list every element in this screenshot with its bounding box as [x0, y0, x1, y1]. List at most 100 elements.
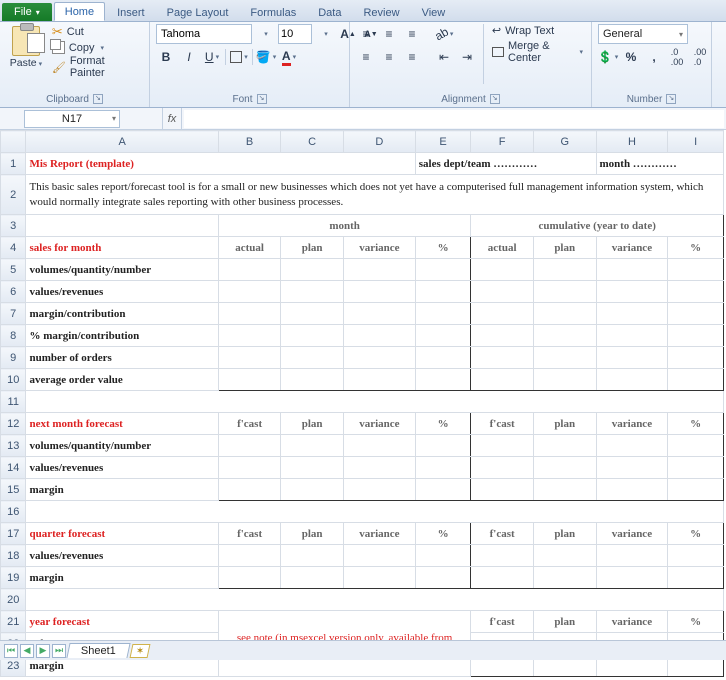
dept-cell[interactable]: sales dept/team …………	[415, 153, 596, 175]
orientation-button[interactable]: ab	[434, 24, 454, 44]
tab-nav-first[interactable]: ⏮	[4, 644, 18, 658]
cell[interactable]	[218, 435, 281, 457]
cell[interactable]	[471, 325, 534, 347]
clipboard-launcher[interactable]: ↘	[93, 94, 103, 104]
cell[interactable]	[471, 435, 534, 457]
cell[interactable]	[415, 347, 471, 369]
row-17[interactable]: 17	[1, 523, 26, 545]
cell[interactable]	[596, 435, 668, 457]
tab-nav-prev[interactable]: ◀	[20, 644, 34, 658]
cell[interactable]	[218, 259, 281, 281]
cell[interactable]: plan	[281, 523, 344, 545]
align-top-button[interactable]: ≡	[356, 24, 376, 44]
cell[interactable]: variance	[596, 413, 668, 435]
cell[interactable]: margin	[26, 479, 218, 501]
cell[interactable]: %	[668, 523, 724, 545]
number-launcher[interactable]: ↘	[666, 94, 676, 104]
cell[interactable]	[281, 303, 344, 325]
row-1[interactable]: 1	[1, 153, 26, 175]
group-month-header[interactable]: month	[218, 215, 471, 237]
title-cell[interactable]: Mis Report (template)	[26, 153, 415, 175]
font-size-input[interactable]	[278, 24, 312, 44]
cell[interactable]: f'cast	[471, 523, 534, 545]
row-7[interactable]: 7	[1, 303, 26, 325]
cell[interactable]	[415, 435, 471, 457]
cell[interactable]	[281, 545, 344, 567]
cell[interactable]	[668, 479, 724, 501]
row-18[interactable]: 18	[1, 545, 26, 567]
select-all[interactable]	[1, 131, 26, 153]
cell[interactable]	[218, 303, 281, 325]
section-next[interactable]: next month forecast	[26, 413, 218, 435]
cell[interactable]	[668, 281, 724, 303]
row-5[interactable]: 5	[1, 259, 26, 281]
align-right-button[interactable]: ≡	[402, 47, 422, 67]
paste-button[interactable]: Paste	[6, 24, 46, 71]
cell[interactable]: plan	[533, 523, 596, 545]
row-9[interactable]: 9	[1, 347, 26, 369]
label-val[interactable]: values/revenues	[26, 281, 218, 303]
number-format-dropdown[interactable]: General▾	[598, 24, 688, 44]
cell[interactable]	[281, 281, 344, 303]
bold-button[interactable]: B	[156, 47, 176, 67]
align-bottom-button[interactable]: ≡	[402, 24, 422, 44]
cell[interactable]: %	[415, 413, 471, 435]
copy-button[interactable]: Copy	[50, 41, 143, 54]
h-var-1[interactable]: variance	[343, 237, 415, 259]
cell[interactable]: f'cast	[471, 611, 534, 633]
cell[interactable]	[415, 303, 471, 325]
cell[interactable]	[596, 567, 668, 589]
cell[interactable]	[343, 325, 415, 347]
row-11[interactable]: 11	[1, 391, 26, 413]
row-2[interactable]: 2	[1, 175, 26, 215]
cell[interactable]	[668, 545, 724, 567]
cell[interactable]	[415, 567, 471, 589]
cell[interactable]	[533, 567, 596, 589]
cell[interactable]	[533, 259, 596, 281]
dec-decimal-button[interactable]: .00.0	[690, 47, 710, 67]
comma-button[interactable]: ,	[644, 47, 664, 67]
formula-input[interactable]	[184, 110, 724, 128]
cell[interactable]	[471, 259, 534, 281]
fill-color-button[interactable]: 🪣	[256, 47, 276, 67]
section-qtr[interactable]: quarter forecast	[26, 523, 218, 545]
font-name-dropdown[interactable]	[255, 24, 275, 44]
cell[interactable]	[415, 369, 471, 391]
cell[interactable]	[415, 281, 471, 303]
description-cell[interactable]: This basic sales report/forecast tool is…	[26, 175, 724, 215]
cell[interactable]: f'cast	[471, 413, 534, 435]
label-vqn[interactable]: volumes/quantity/number	[26, 259, 218, 281]
cell[interactable]	[533, 457, 596, 479]
cell[interactable]	[533, 325, 596, 347]
cell[interactable]	[218, 325, 281, 347]
wrap-text-button[interactable]: ↩Wrap Text	[490, 24, 585, 37]
col-C[interactable]: C	[281, 131, 344, 153]
h-pct-1[interactable]: %	[415, 237, 471, 259]
font-size-dropdown[interactable]	[315, 24, 335, 44]
cut-button[interactable]: ✂Cut	[50, 24, 143, 40]
cell[interactable]	[281, 347, 344, 369]
cell[interactable]	[343, 259, 415, 281]
cell[interactable]: values/revenues	[26, 457, 218, 479]
cell[interactable]: %	[668, 611, 724, 633]
cell[interactable]	[533, 435, 596, 457]
h-plan-2[interactable]: plan	[533, 237, 596, 259]
percent-button[interactable]: %	[621, 47, 641, 67]
cell[interactable]	[415, 325, 471, 347]
col-A[interactable]: A	[26, 131, 218, 153]
tab-file[interactable]: File	[2, 3, 52, 21]
align-left-button[interactable]: ≡	[356, 47, 376, 67]
cell[interactable]	[533, 545, 596, 567]
cell[interactable]	[471, 545, 534, 567]
row-16[interactable]: 16	[1, 501, 26, 523]
tab-formulas[interactable]: Formulas	[240, 4, 306, 21]
cell[interactable]: %	[668, 413, 724, 435]
cell[interactable]	[343, 479, 415, 501]
cell[interactable]	[26, 501, 724, 523]
cell[interactable]	[281, 259, 344, 281]
align-middle-button[interactable]: ≡	[379, 24, 399, 44]
format-painter-button[interactable]: 🖌Format Painter	[50, 55, 143, 79]
cell[interactable]: f'cast	[218, 523, 281, 545]
inc-indent-button[interactable]: ⇥	[457, 47, 477, 67]
cell[interactable]	[596, 325, 668, 347]
